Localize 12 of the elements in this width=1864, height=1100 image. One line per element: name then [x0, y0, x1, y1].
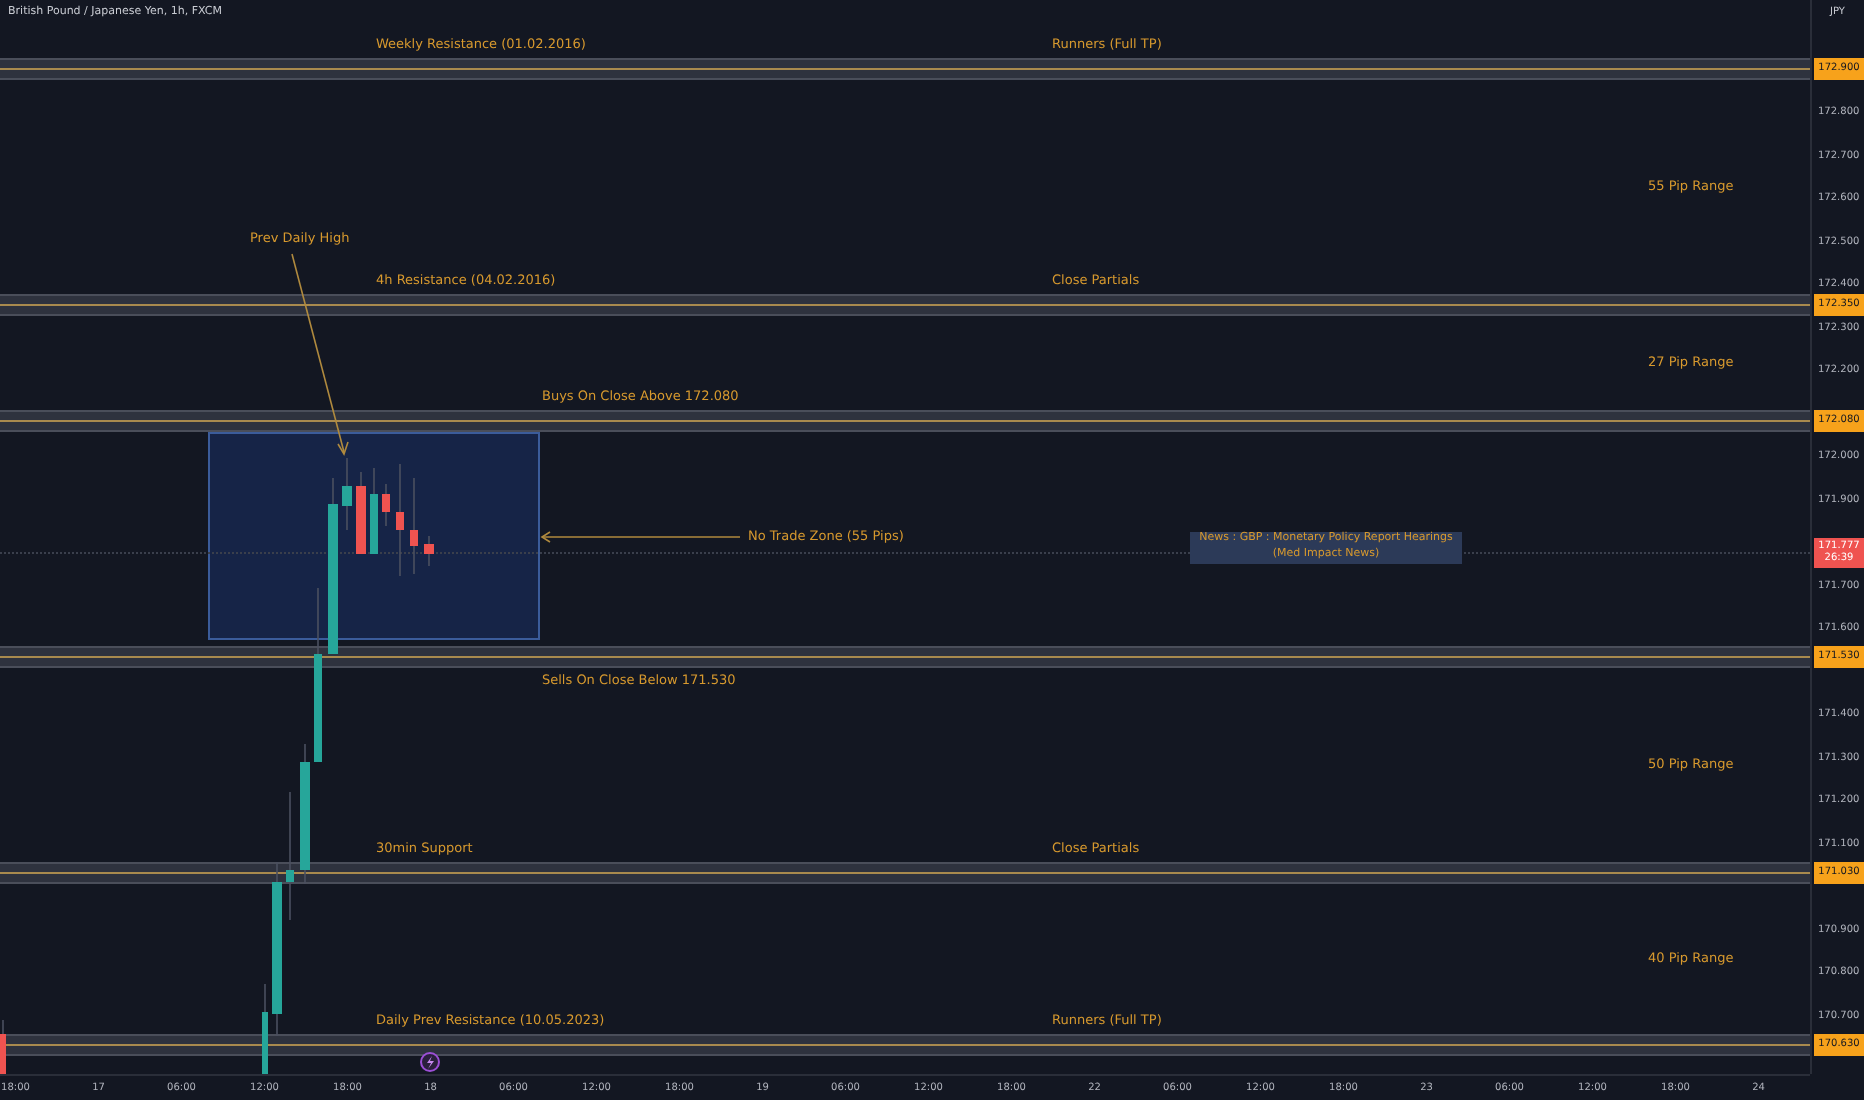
candle	[410, 477, 418, 575]
candle	[262, 983, 268, 1074]
candle	[356, 471, 366, 555]
lightning-icon[interactable]	[420, 1052, 440, 1072]
candle	[286, 791, 294, 921]
candle	[396, 463, 404, 577]
candle	[370, 467, 378, 555]
candle	[0, 1019, 6, 1074]
candle	[342, 457, 352, 531]
candle	[300, 743, 310, 885]
candle	[382, 483, 390, 527]
candle	[424, 535, 434, 567]
